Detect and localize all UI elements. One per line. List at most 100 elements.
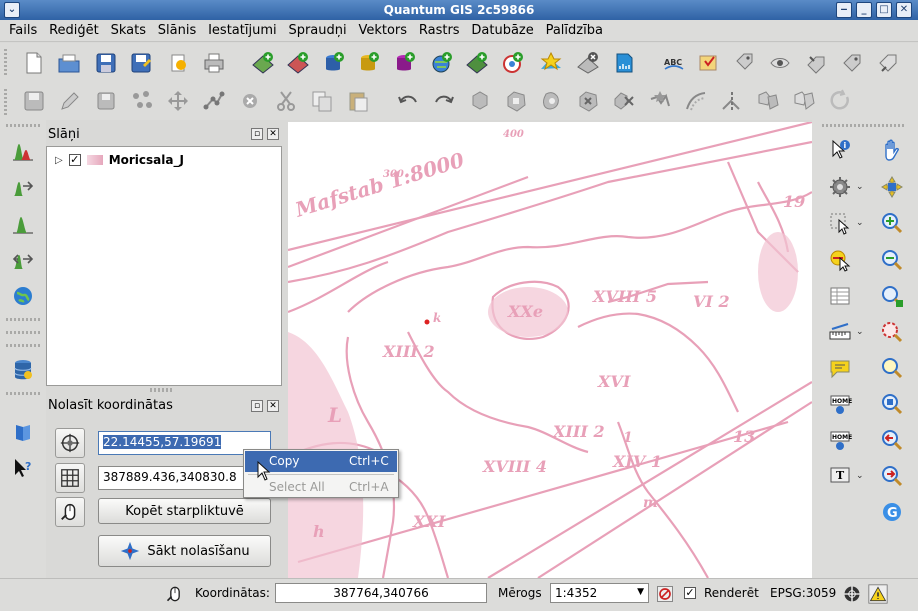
chevron-down-icon[interactable]: ⌄ [856,218,864,228]
minimize-button[interactable]: _ [856,2,872,18]
chevron-down-icon[interactable]: ⌄ [856,182,864,192]
select-features-icon[interactable] [826,209,854,237]
float-panel-icon[interactable]: ▫ [251,128,263,140]
mouse-coordinates-icon[interactable] [165,584,185,604]
identify-features-icon[interactable]: i [826,136,854,164]
print-icon[interactable] [200,49,228,77]
track-mouse-button[interactable] [55,497,85,527]
zoom-out-icon[interactable] [878,246,906,274]
paste-features-icon[interactable] [344,87,372,115]
undo-icon[interactable] [394,87,422,115]
add-postgis-layer-icon[interactable] [320,49,348,77]
crs-projected-button[interactable] [55,463,85,493]
zoom-last-icon[interactable] [878,426,906,454]
move-feature-icon[interactable] [164,87,192,115]
close-panel-icon[interactable]: ✕ [267,128,279,140]
close-button[interactable]: ✕ [896,2,912,18]
add-spatialite-layer-icon[interactable] [355,49,383,77]
new-gpx-layer-icon[interactable] [610,49,638,77]
globe-icon[interactable] [9,282,37,310]
menu-raster[interactable]: Rastrs [415,20,464,38]
render-checkbox[interactable]: ✓ [684,587,696,599]
remove-layer-icon[interactable] [574,49,602,77]
merge-attributes-icon[interactable] [790,87,818,115]
raster-histogram-icon[interactable] [9,136,37,164]
crs-geographic-button[interactable] [55,428,85,458]
cut-features-icon[interactable] [272,87,300,115]
rotate-point-symbols-icon[interactable] [826,87,854,115]
new-bookmark-icon[interactable]: HOME [826,390,854,418]
add-wms-layer-icon[interactable] [428,49,456,77]
offset-curve-icon[interactable] [682,87,710,115]
openlayers-plugin-icon[interactable]: G [878,498,906,526]
pan-to-selection-icon[interactable] [878,173,906,201]
delete-ring-icon[interactable] [574,87,602,115]
minimize-icon[interactable]: ‒ [836,2,852,18]
add-ring-icon[interactable] [502,87,530,115]
database-manager-icon[interactable] [9,356,37,384]
reshape-features-icon[interactable] [646,87,674,115]
save-edits-icon[interactable] [20,87,48,115]
float-panel-icon[interactable]: ▫ [251,400,263,412]
open-attribute-table-icon[interactable] [826,282,854,310]
delete-part-icon[interactable] [610,87,638,115]
zoom-next-icon[interactable] [878,462,906,490]
crs-globe-icon[interactable] [842,584,862,604]
help-book-icon[interactable] [9,418,37,446]
zoom-to-selection-icon[interactable] [878,318,906,346]
menu-layer[interactable]: Slānis [154,20,200,38]
menu-edit[interactable]: Rediģēt [45,20,103,38]
label-tool-icon[interactable] [874,49,902,77]
copy-features-icon[interactable] [308,87,336,115]
add-wfs-layer-icon[interactable] [499,49,527,77]
menu-database[interactable]: Datubāze [467,20,537,38]
crs-status-label[interactable]: EPSG:3059 [770,586,836,600]
raster-full-stretch-icon[interactable] [9,245,37,273]
move-label-icon[interactable] [766,49,794,77]
show-bookmarks-icon[interactable]: HOME [826,426,854,454]
copy-to-clipboard-button[interactable]: Kopēt starpliktuvē [98,498,271,524]
deselect-features-icon[interactable] [826,246,854,274]
new-project-icon[interactable] [20,49,48,77]
open-project-icon[interactable] [55,49,83,77]
scale-combobox[interactable]: 1:4352 ▼ [550,583,649,603]
zoom-to-layer-icon[interactable] [878,354,906,382]
add-part-icon[interactable] [538,87,566,115]
layer-item[interactable]: ▷ ✓ Moricsala_J [55,153,184,167]
layer-tree[interactable]: ▷ ✓ Moricsala_J [46,146,282,386]
zoom-full-icon[interactable] [878,282,906,310]
menu-vector[interactable]: Vektors [354,20,411,38]
toggle-editing-icon[interactable] [56,87,84,115]
rotate-label-icon[interactable] [802,49,830,77]
add-wcs-layer-icon[interactable] [463,49,491,77]
add-raster-layer-icon[interactable] [249,49,277,77]
label-icon[interactable]: ABC [660,49,688,77]
chevron-down-icon[interactable]: ⌄ [856,471,864,481]
layer-visibility-checkbox[interactable]: ✓ [68,154,81,166]
menu-help[interactable]: Palīdzība [542,20,607,38]
map-canvas[interactable]: Mafstab 1:8000 400 300 XXe XVIII 5 VI 2 … [288,122,812,578]
add-vector-layer-icon[interactable] [284,49,312,77]
new-shapefile-layer-icon[interactable] [537,49,565,77]
chevron-down-icon[interactable]: ⌄ [856,327,864,337]
stop-render-icon[interactable] [655,584,675,604]
delete-selected-icon[interactable] [236,87,264,115]
add-mssql-layer-icon[interactable] [391,49,419,77]
change-label-icon[interactable] [838,49,866,77]
zoom-native-icon[interactable] [878,390,906,418]
add-feature-icon[interactable] [128,87,156,115]
save-project-icon[interactable] [92,49,120,77]
simplify-feature-icon[interactable] [466,87,494,115]
menu-settings[interactable]: Iestatījumi [204,20,281,38]
pan-hand-icon[interactable] [878,136,906,164]
text-annotation-icon[interactable]: T [826,462,854,490]
expand-arrow-icon[interactable]: ▷ [55,155,63,166]
new-print-composer-icon[interactable] [165,49,193,77]
dock-splitter[interactable] [150,388,174,392]
measure-line-icon[interactable] [826,318,854,346]
raster-local-stretch-icon[interactable] [9,209,37,237]
menu-plugins[interactable]: Spraudņi [284,20,350,38]
redo-icon[interactable] [430,87,458,115]
menu-view[interactable]: Skats [107,20,150,38]
coordinates-field[interactable]: 387764,340766 [275,583,487,603]
